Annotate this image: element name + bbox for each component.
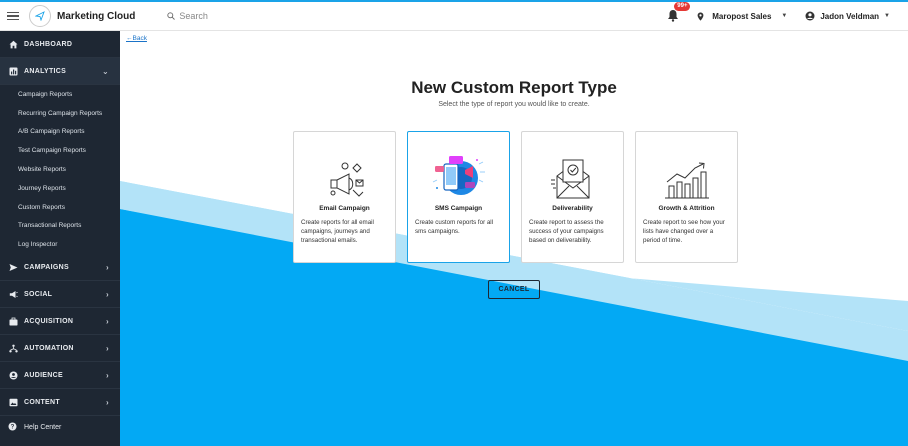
help-center-link[interactable]: ? Help Center: [0, 416, 120, 438]
nav-automation[interactable]: AUTOMATION ›: [0, 335, 120, 363]
search-placeholder: Search: [179, 11, 208, 21]
main-content: ←Back New Custom Report Type Select the …: [120, 31, 908, 446]
deliverability-icon: [550, 159, 589, 199]
sidebar-item-log-inspector[interactable]: Log Inspector: [0, 235, 120, 254]
sidebar-item-custom-reports[interactable]: Custom Reports: [0, 198, 120, 217]
cancel-button[interactable]: CANCEL: [488, 280, 540, 299]
card-title: Email Campaign: [319, 205, 370, 212]
send-icon: [8, 262, 18, 272]
app-title: Marketing Cloud: [57, 10, 136, 22]
chevron-down-icon: ⌄: [101, 66, 109, 76]
nav-social[interactable]: SOCIAL ›: [0, 281, 120, 309]
card-title: Deliverability: [552, 205, 593, 212]
account-name: Maropost Sales: [712, 11, 772, 21]
card-description: Create report to assess the success of y…: [529, 219, 604, 244]
user-caret-icon: ▼: [884, 13, 890, 19]
nav-content-label: CONTENT: [24, 398, 60, 406]
logo-icon[interactable]: [29, 5, 51, 27]
sidebar-item-ab-campaign-reports[interactable]: A/B Campaign Reports: [0, 123, 120, 142]
person-icon: [8, 370, 18, 380]
sidebar-item-journey-reports[interactable]: Journey Reports: [0, 179, 120, 198]
top-bar: Marketing Cloud Search 99+ Maropost Sale…: [0, 0, 908, 31]
nav-acquisition[interactable]: ACQUISITION ›: [0, 308, 120, 336]
help-center-label: Help Center: [24, 423, 62, 431]
search-icon: [167, 12, 176, 20]
card-growth-attrition[interactable]: Growth & Attrition Create report to see …: [635, 131, 738, 263]
hamburger-menu-icon[interactable]: [7, 11, 19, 21]
chevron-right-icon: ›: [106, 316, 109, 326]
chart-icon: [8, 66, 18, 76]
nav-automation-label: AUTOMATION: [24, 344, 74, 352]
nav-dashboard-label: DASHBOARD: [24, 40, 73, 48]
user-menu[interactable]: Jadon Veldman ▼: [805, 11, 890, 21]
chevron-right-icon: ›: [106, 289, 109, 299]
report-type-cards: Email Campaign Create reports for all em…: [293, 131, 738, 263]
card-description: Create custom reports for all sms campai…: [415, 219, 494, 235]
search-input[interactable]: Search: [167, 11, 208, 21]
card-email-campaign[interactable]: Email Campaign Create reports for all em…: [293, 131, 396, 263]
nav-audience-label: AUDIENCE: [24, 371, 63, 379]
sidebar-item-test-campaign-reports[interactable]: Test Campaign Reports: [0, 141, 120, 160]
nav-acquisition-label: ACQUISITION: [24, 317, 74, 325]
chevron-right-icon: ›: [106, 262, 109, 272]
nav-audience[interactable]: AUDIENCE ›: [0, 362, 120, 390]
nav-analytics-label: ANALYTICS: [24, 67, 67, 75]
card-description: Create reports for all email campaigns, …: [301, 219, 374, 244]
email-campaign-icon: [330, 162, 363, 197]
sidebar-item-website-reports[interactable]: Website Reports: [0, 160, 120, 179]
nav-campaigns[interactable]: CAMPAIGNS ›: [0, 254, 120, 282]
notifications-button[interactable]: 99+: [667, 2, 691, 23]
sidebar: DASHBOARD ANALYTICS ⌄ Campaign Reports R…: [0, 31, 120, 446]
flow-icon: [8, 343, 18, 353]
nav-campaigns-label: CAMPAIGNS: [24, 263, 69, 271]
sidebar-item-transactional-reports[interactable]: Transactional Reports: [0, 217, 120, 236]
megaphone-icon: [8, 289, 18, 299]
card-title: Growth & Attrition: [658, 205, 715, 212]
card-sms-campaign[interactable]: SMS Campaign Create custom reports for a…: [407, 131, 510, 263]
account-caret-icon: ▼: [781, 13, 788, 19]
home-icon: [8, 39, 18, 49]
image-icon: [8, 397, 18, 407]
card-description: Create report to see how your lists have…: [643, 219, 725, 244]
user-name: Jadon Veldman: [820, 11, 880, 21]
back-link[interactable]: ←Back: [126, 35, 147, 42]
analytics-submenu: Campaign Reports Recurring Campaign Repo…: [0, 85, 120, 255]
nav-dashboard[interactable]: DASHBOARD: [0, 31, 120, 58]
nav-social-label: SOCIAL: [24, 290, 53, 298]
sidebar-item-campaign-reports[interactable]: Campaign Reports: [0, 85, 120, 104]
notification-badge: 99+: [674, 2, 691, 11]
chevron-right-icon: ›: [106, 370, 109, 380]
user-avatar-icon: [805, 11, 815, 21]
account-selector[interactable]: Maropost Sales ▼: [697, 12, 787, 21]
nav-analytics[interactable]: ANALYTICS ⌄: [0, 58, 120, 85]
card-title: SMS Campaign: [434, 205, 483, 212]
help-icon: ?: [8, 422, 18, 432]
page-title: New Custom Report Type: [411, 78, 617, 97]
briefcase-icon: [8, 316, 18, 326]
location-pin-icon: [697, 12, 704, 21]
card-deliverability[interactable]: Deliverability Create report to assess t…: [521, 131, 624, 263]
page-subtitle: Select the type of report you would like…: [438, 101, 590, 108]
nav-content[interactable]: CONTENT ›: [0, 389, 120, 417]
growth-chart-icon: [664, 162, 709, 199]
chevron-right-icon: ›: [106, 397, 109, 407]
sms-campaign-icon: [432, 156, 485, 195]
sidebar-item-recurring-campaign-reports[interactable]: Recurring Campaign Reports: [0, 104, 120, 123]
chevron-right-icon: ›: [106, 343, 109, 353]
svg-text:?: ?: [11, 425, 15, 431]
